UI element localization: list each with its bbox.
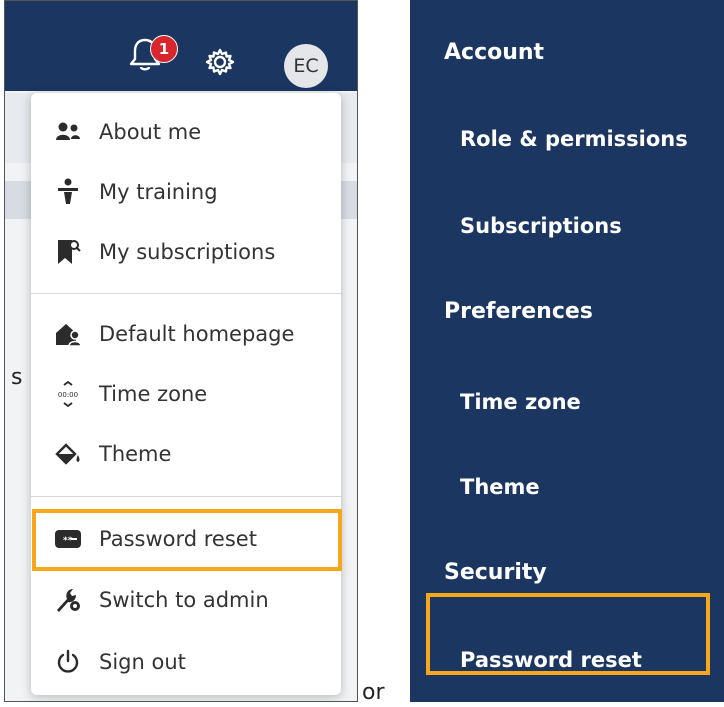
menu-item-my-subscriptions[interactable]: My subscriptions [31, 229, 341, 275]
menu-item-my-training[interactable]: My training [31, 169, 341, 215]
menu-item-theme[interactable]: Theme [31, 431, 341, 477]
section-account-title: Account [444, 40, 545, 65]
menu-item-label: About me [99, 120, 202, 144]
users-icon [53, 117, 83, 147]
nav-item-role-permissions[interactable]: Role & permissions [460, 127, 688, 151]
or-separator: or [362, 680, 385, 705]
home-person-icon [53, 319, 83, 349]
menu-divider [31, 293, 341, 294]
settings-sidebar: Account Role & permissions Subscriptions… [410, 0, 724, 702]
menu-item-label: My training [99, 180, 218, 204]
user-dropdown-menu: About me My training My subscriptions De… [31, 93, 341, 695]
page-text-fragment: s [11, 365, 23, 390]
section-security-title: Security [444, 560, 547, 585]
avatar[interactable]: EC [284, 44, 328, 88]
menu-item-sign-out[interactable]: Sign out [31, 639, 341, 685]
menu-item-default-homepage[interactable]: Default homepage [31, 311, 341, 357]
menu-item-label: Default homepage [99, 322, 295, 346]
nav-item-theme[interactable]: Theme [460, 475, 540, 499]
section-preferences-title: Preferences [444, 299, 593, 324]
user-menu-screenshot: 1 EC s About me My training My subscript… [4, 0, 358, 702]
training-icon [53, 177, 83, 207]
menu-item-label: My subscriptions [99, 240, 276, 264]
menu-item-about-me[interactable]: About me [31, 109, 341, 155]
power-icon [53, 647, 83, 677]
menu-item-label: Theme [99, 442, 172, 466]
paint-bucket-icon [53, 439, 83, 469]
password-reset-highlight [32, 509, 342, 571]
bookmark-subscription-icon [53, 237, 83, 267]
menu-item-time-zone[interactable]: 00:00 Time zone [31, 371, 341, 417]
time-zone-icon: 00:00 [53, 379, 83, 409]
password-reset-highlight [426, 593, 710, 675]
wrench-gear-icon [53, 585, 83, 615]
menu-item-switch-to-admin[interactable]: Switch to admin [31, 577, 341, 623]
menu-divider [31, 496, 341, 497]
nav-item-subscriptions[interactable]: Subscriptions [460, 214, 622, 238]
menu-item-label: Switch to admin [99, 588, 269, 612]
menu-item-label: Sign out [99, 650, 186, 674]
top-navigation-bar: 1 EC [5, 1, 357, 91]
notification-badge: 1 [150, 35, 178, 63]
menu-item-label: Time zone [99, 382, 208, 406]
svg-text:00:00: 00:00 [58, 391, 78, 399]
nav-item-time-zone[interactable]: Time zone [460, 390, 581, 414]
gear-icon[interactable] [205, 47, 235, 77]
